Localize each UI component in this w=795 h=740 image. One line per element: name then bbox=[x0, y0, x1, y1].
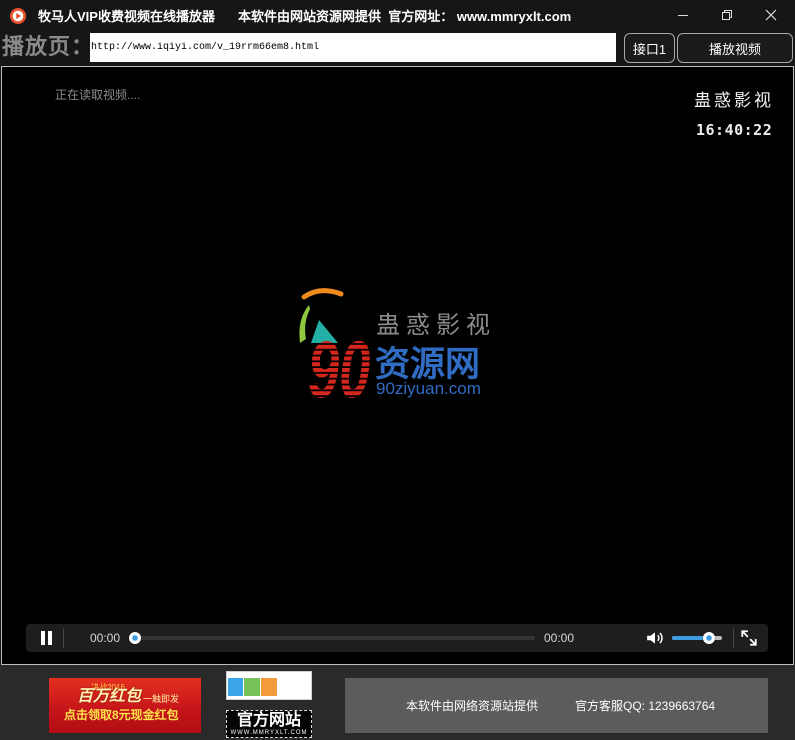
video-viewport[interactable]: 正在读取视频.... 蛊惑影视 16:40:22 90 蛊惑影视 资源网 90z bbox=[1, 66, 794, 665]
support-qq: 官方客服QQ: 1239663764 bbox=[575, 699, 716, 713]
player-control-bar: 00:00 00:00 bbox=[26, 624, 768, 652]
window-title: 牧马人VIP收费视频在线播放器 bbox=[38, 9, 215, 24]
interface-select-button[interactable]: 接口1 bbox=[624, 33, 675, 63]
logo-brand: 蛊惑影视 bbox=[376, 311, 496, 339]
progress-bar[interactable] bbox=[135, 636, 535, 640]
controls-divider bbox=[733, 628, 734, 648]
video-clock: 16:40:22 bbox=[696, 121, 773, 139]
center-logo: 90 蛊惑影视 资源网 90ziyuan.com bbox=[299, 288, 518, 403]
fullscreen-icon bbox=[741, 630, 757, 646]
page-label: 播放页： bbox=[2, 34, 95, 59]
controls-divider bbox=[63, 628, 64, 648]
play-video-button[interactable]: 播放视频 bbox=[677, 33, 793, 63]
mute-button[interactable] bbox=[646, 629, 664, 647]
official-site-url: WWW.MMRYXLT.COM bbox=[230, 730, 308, 736]
close-icon bbox=[765, 9, 777, 20]
pause-icon bbox=[41, 631, 52, 645]
fullscreen-button[interactable] bbox=[740, 629, 758, 647]
restore-button[interactable] bbox=[705, 0, 749, 29]
ad-tagline: 一触即发 bbox=[143, 694, 180, 704]
logo-orange-arc bbox=[301, 288, 344, 300]
footer-bar: 决战2016 百万红包 一触即发 点击领取8元现金红包 官方网站 WWW.MMR… bbox=[0, 665, 795, 740]
current-time: 00:00 bbox=[90, 631, 121, 645]
player-window: 牧马人VIP收费视频在线播放器 本软件由网站资源网提供 官方网址： www.mm… bbox=[0, 0, 795, 740]
url-input[interactable] bbox=[90, 33, 616, 62]
player-logo-icon bbox=[10, 8, 26, 24]
strip-orange bbox=[261, 678, 277, 696]
title-bar[interactable]: 牧马人VIP收费视频在线播放器 本软件由网站资源网提供 官方网址： www.mm… bbox=[0, 0, 795, 32]
ad-banner[interactable]: 决战2016 百万红包 一触即发 点击领取8元现金红包 bbox=[49, 678, 201, 733]
video-watermark: 蛊惑影视 bbox=[694, 91, 774, 111]
volume-icon bbox=[647, 632, 663, 644]
loading-status: 正在读取视频.... bbox=[55, 88, 141, 102]
strip-blue bbox=[228, 678, 243, 696]
restore-icon bbox=[722, 9, 732, 20]
color-strip-image bbox=[226, 671, 312, 700]
official-site-link[interactable]: 官方网站 WWW.MMRYXLT.COM bbox=[226, 710, 312, 738]
strip-green bbox=[244, 678, 260, 696]
duration: 00:00 bbox=[544, 631, 575, 645]
pause-button[interactable] bbox=[38, 629, 54, 647]
volume-handle[interactable] bbox=[703, 632, 715, 644]
minimize-icon bbox=[678, 14, 688, 16]
info-panel: 本软件由网络资源站提供 官方客服QQ: 1239663764 bbox=[345, 678, 768, 733]
logo-number: 90 bbox=[308, 324, 370, 403]
window-subtitle: 本软件由网站资源网提供 官方网址： www.mmryxlt.com bbox=[238, 9, 572, 24]
progress-handle[interactable] bbox=[129, 632, 141, 644]
minimize-button[interactable] bbox=[661, 0, 705, 29]
official-site-label: 官方网站 bbox=[236, 712, 301, 729]
provider-text: 本软件由网络资源站提供 bbox=[406, 699, 539, 713]
ad-title: 百万红包 bbox=[77, 688, 142, 705]
ad-call-to-action: 点击领取8元现金红包 bbox=[64, 708, 179, 722]
close-button[interactable] bbox=[749, 0, 793, 29]
logo-domain: 90ziyuan.com bbox=[376, 379, 481, 398]
